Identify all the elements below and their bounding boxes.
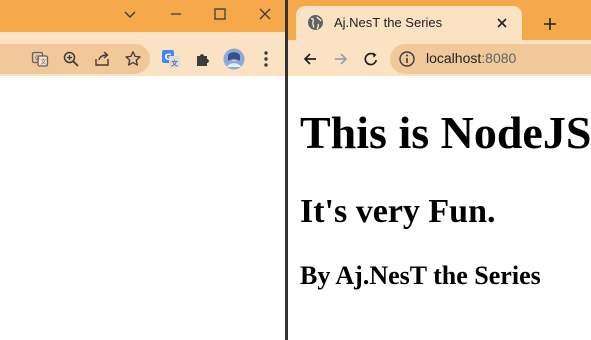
url-host: localhost: [426, 50, 482, 66]
globe-icon: [307, 14, 324, 31]
left-browser-window: G 文 G 文: [0, 0, 287, 340]
url-text[interactable]: localhost:8080: [426, 50, 516, 66]
maximize-icon[interactable]: [207, 3, 233, 25]
tab-close-icon[interactable]: [491, 12, 513, 34]
translate-icon[interactable]: G 文: [27, 46, 53, 72]
page-heading-3: By Aj.NesT the Series: [300, 261, 541, 290]
address-bar[interactable]: localhost:8080: [390, 44, 591, 74]
minimize-icon[interactable]: [163, 3, 189, 25]
page-heading-2: It's very Fun.: [300, 193, 496, 230]
new-tab-plus-icon[interactable]: [538, 12, 562, 36]
svg-text:文: 文: [171, 59, 178, 68]
zoom-icon[interactable]: [58, 46, 84, 72]
back-arrow-icon[interactable]: [297, 46, 323, 72]
left-page-content: [0, 76, 287, 340]
page-heading-1: This is NodeJS: [300, 107, 591, 158]
right-page-content: This is NodeJS It's very Fun. By Aj.NesT…: [288, 76, 591, 340]
chevron-down-icon[interactable]: [117, 3, 143, 25]
profile-avatar[interactable]: [221, 46, 247, 72]
active-tab[interactable]: Aj.NesT the Series: [296, 6, 522, 40]
tab-title: Aj.NesT the Series: [334, 15, 443, 30]
share-icon[interactable]: [89, 46, 115, 72]
svg-text:文: 文: [41, 58, 47, 66]
forward-arrow-icon[interactable]: [328, 46, 354, 72]
site-info-icon[interactable]: [398, 50, 416, 68]
svg-text:G: G: [35, 55, 40, 62]
url-port: :8080: [481, 50, 517, 66]
kebab-menu-icon[interactable]: [253, 46, 279, 72]
right-browser-window: Aj.NesT the Series localhost:8080 This i…: [288, 0, 591, 340]
close-icon[interactable]: [252, 3, 278, 25]
google-translate-extension-icon[interactable]: G 文: [158, 46, 184, 72]
left-title-bar: [0, 0, 287, 32]
extensions-puzzle-icon[interactable]: [190, 46, 216, 72]
reload-icon[interactable]: [358, 46, 384, 72]
right-title-bar: Aj.NesT the Series: [288, 0, 591, 40]
bookmark-star-icon[interactable]: [120, 46, 146, 72]
